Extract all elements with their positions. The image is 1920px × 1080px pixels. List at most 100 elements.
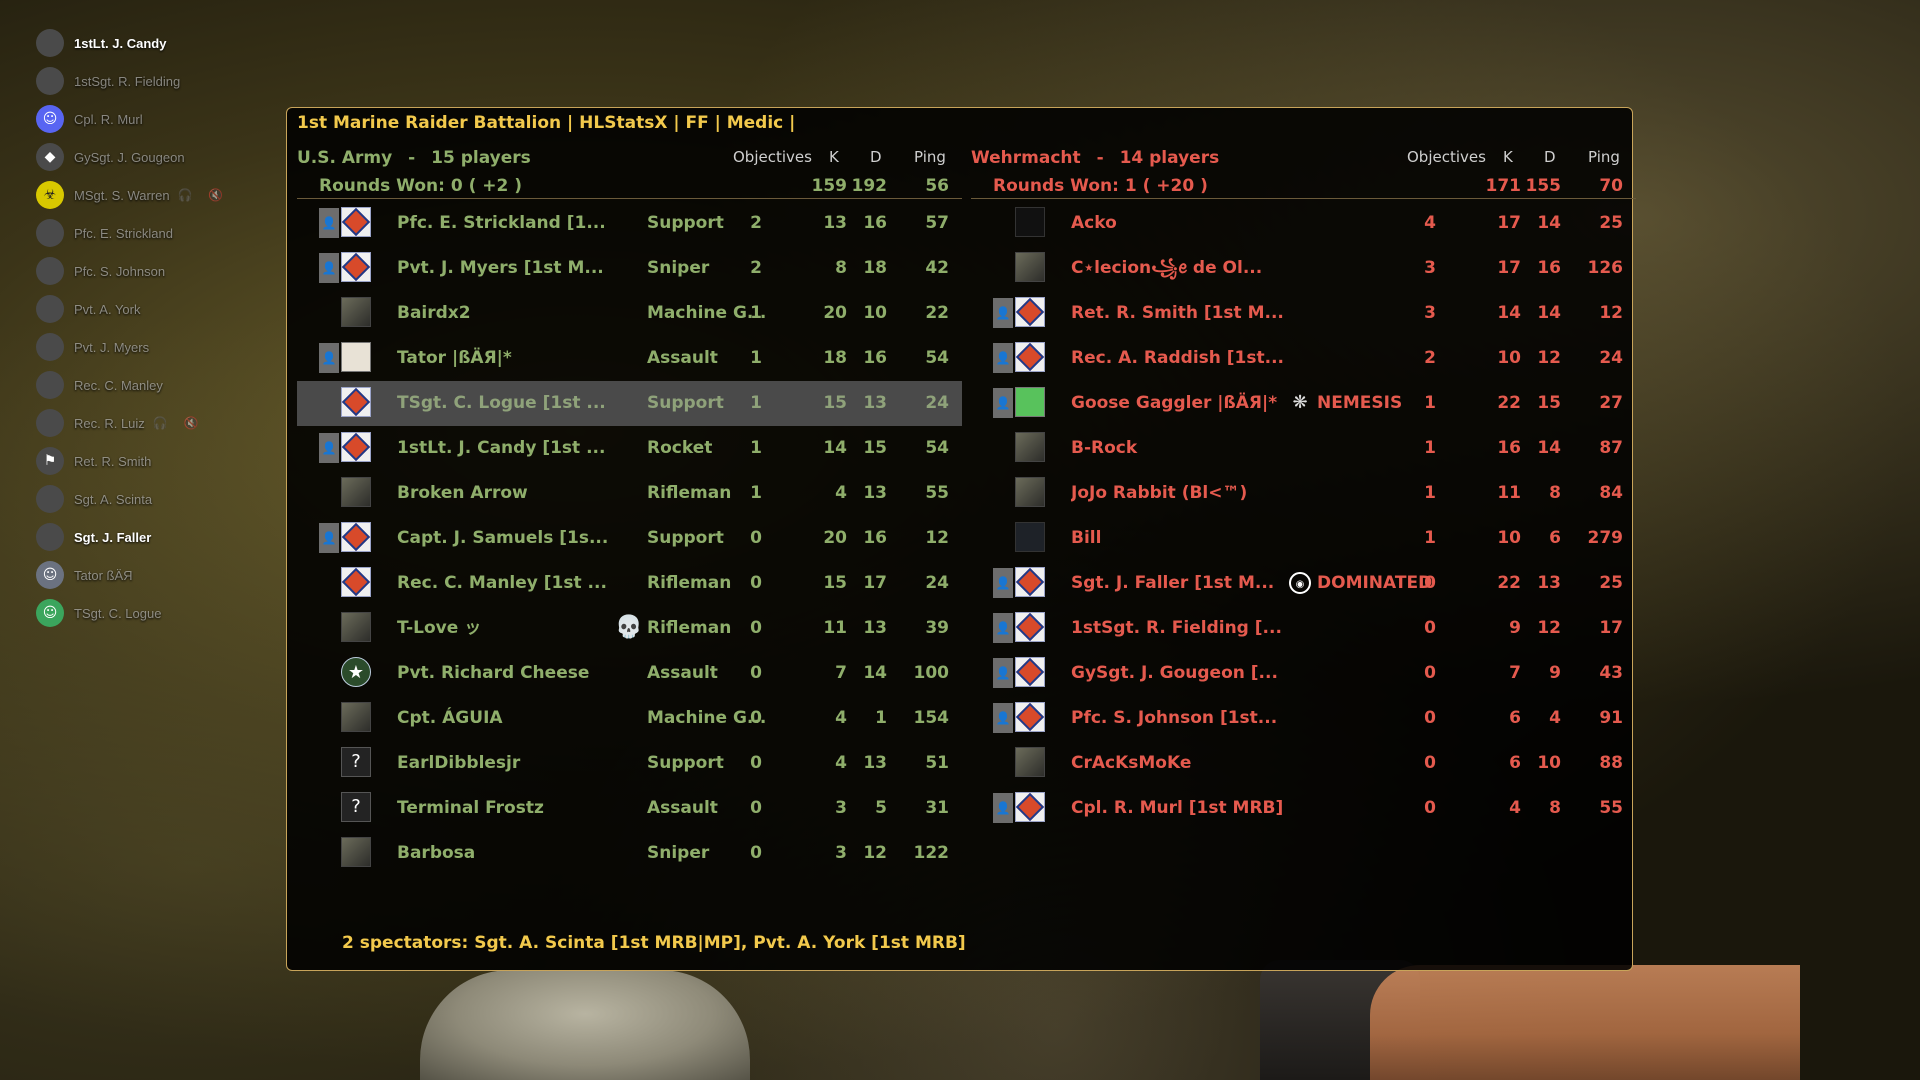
- objectives-value: 3: [1424, 258, 1436, 278]
- player-avatar-icon: [1015, 522, 1045, 552]
- ping-value: 24: [925, 393, 949, 413]
- player-row[interactable]: Bairdx2 Machine G... 1 20 10 22: [297, 291, 962, 336]
- player-row[interactable]: 👤 Pfc. E. Strickland [1... Support 2 13 16 57: [297, 201, 962, 246]
- voice-user-item[interactable]: Rec. R. Luiz 🎧 🔇: [36, 404, 266, 442]
- kills-value: 16: [1497, 438, 1521, 458]
- allies-total-kills: 159: [811, 176, 848, 196]
- axis-total-deaths: 155: [1525, 176, 1562, 196]
- player-row[interactable]: 👤 GySgt. J. Gougeon [... 0 7 9 43: [971, 651, 1636, 696]
- voice-user-item[interactable]: Pfc. S. Johnson: [36, 252, 266, 290]
- discord-avatar-icon: ☺: [36, 105, 64, 133]
- player-row[interactable]: 👤 Tator |ßÄЯ|* Assault 1 18 16 54: [297, 336, 962, 381]
- deaths-value: 10: [1537, 753, 1561, 773]
- target-icon: ◉: [1289, 572, 1311, 594]
- ping-value: 24: [925, 573, 949, 593]
- voice-user-item[interactable]: 1stSgt. R. Fielding: [36, 62, 266, 100]
- player-row[interactable]: 👤 Sgt. J. Faller [1st M... ◉ DOMINATED 0 22 13…: [971, 561, 1636, 606]
- ping-value: 25: [1599, 213, 1623, 233]
- deaths-value: 17: [863, 573, 887, 593]
- voice-user-item[interactable]: ◆ GySgt. J. Gougeon: [36, 138, 266, 176]
- player-row[interactable]: 👤 Capt. J. Samuels [1s... Support 0 20 16 12: [297, 516, 962, 561]
- scoreboard-panel: 1st Marine Raider Battalion | HLStatsX |…: [286, 107, 1636, 971]
- user-avatar: [36, 257, 64, 285]
- voice-user-name: Tator ßÄЯ: [74, 567, 133, 583]
- kills-value: 18: [823, 348, 847, 368]
- player-row[interactable]: Acko 4 17 14 25: [971, 201, 1636, 246]
- marine-raider-emblem-icon: [341, 252, 371, 282]
- ping-value: 22: [925, 303, 949, 323]
- player-row[interactable]: Rec. C. Manley [1st ... Rifleman 0 15 17 24: [297, 561, 962, 606]
- player-row[interactable]: CrAcKsMoKe 0 6 10 88: [971, 741, 1636, 786]
- voice-user-item[interactable]: ☺ Tator ßÄЯ: [36, 556, 266, 594]
- player-row[interactable]: 👤 Cpl. R. Murl [1st MRB] 0 4 8 55: [971, 786, 1636, 831]
- player-row[interactable]: Barbosa Sniper 0 3 12 122: [297, 831, 962, 876]
- voice-user-item[interactable]: ☣ MSgt. S. Warren 🎧 🔇: [36, 176, 266, 214]
- player-row[interactable]: 👤 Pfc. S. Johnson [1st... 0 6 4 91: [971, 696, 1636, 741]
- voice-user-item[interactable]: 1stLt. J. Candy: [36, 24, 266, 62]
- allies-total-ping: 56: [925, 176, 949, 196]
- ping-value: 27: [1599, 393, 1623, 413]
- voice-user-item[interactable]: Pvt. A. York: [36, 290, 266, 328]
- voice-user-item[interactable]: Pfc. E. Strickland: [36, 214, 266, 252]
- player-row[interactable]: 👤 1stSgt. R. Fielding [... 0 9 12 17: [971, 606, 1636, 651]
- ping-value: 17: [1599, 618, 1623, 638]
- objectives-value: 1: [750, 348, 762, 368]
- kills-value: 11: [823, 618, 847, 638]
- player-name: CrAcKsMoKe: [1071, 753, 1192, 773]
- kills-value: 7: [1509, 663, 1521, 683]
- player-row[interactable]: T-Love ッ Rifleman 💀 0 11 13 39: [297, 606, 962, 651]
- kills-value: 22: [1497, 573, 1521, 593]
- player-row[interactable]: ? EarlDibblesjr Support 0 4 13 51: [297, 741, 962, 786]
- player-row[interactable]: C⋆lecion꧁ꫀ de Ol... 3 17 16 126: [971, 246, 1636, 291]
- player-row[interactable]: TSgt. C. Logue [1st ... Support 1 15 13 24: [297, 381, 962, 426]
- player-row[interactable]: 👤 Pvt. J. Myers [1st M... Sniper 2 8 18 42: [297, 246, 962, 291]
- player-row[interactable]: 👤 Ret. R. Smith [1st M... 3 14 14 12: [971, 291, 1636, 336]
- ping-value: 31: [925, 798, 949, 818]
- steam-friend-icon: 👤: [319, 253, 339, 283]
- voice-user-item[interactable]: Sgt. A. Scinta: [36, 480, 266, 518]
- player-row[interactable]: 👤 Goose Gaggler |ßÄЯ|* ❋ NEMESIS 1 22 15 27: [971, 381, 1636, 426]
- nemesis-status: ❋ NEMESIS: [1289, 381, 1402, 426]
- kills-value: 4: [835, 708, 847, 728]
- player-row[interactable]: ? Terminal Frostz Assault 0 3 5 31: [297, 786, 962, 831]
- deaths-value: 16: [1537, 258, 1561, 278]
- user-avatar: [36, 485, 64, 513]
- deaths-value: 13: [863, 483, 887, 503]
- player-row[interactable]: JoJo Rabbit (Bl<™) 1 11 8 84: [971, 471, 1636, 516]
- ping-value: 88: [1599, 753, 1623, 773]
- player-name: Pfc. E. Strickland [1...: [397, 213, 606, 233]
- user-avatar: [36, 409, 64, 437]
- player-row[interactable]: 👤 1stLt. J. Candy [1st ... Rocket 1 14 15 54: [297, 426, 962, 471]
- ping-value: 54: [925, 438, 949, 458]
- marine-raider-emblem-icon: [341, 207, 371, 237]
- deaths-value: 14: [1537, 438, 1561, 458]
- player-row[interactable]: B-Rock 1 16 14 87: [971, 426, 1636, 471]
- player-row[interactable]: Bill 1 10 6 279: [971, 516, 1636, 561]
- player-row[interactable]: Cpt. ÁGUIA Machine G... 0 4 1 154: [297, 696, 962, 741]
- voice-user-item[interactable]: ⚑ Ret. R. Smith: [36, 442, 266, 480]
- voice-user-item[interactable]: Sgt. J. Faller: [36, 518, 266, 556]
- flag-avatar-icon: ⚑: [36, 447, 64, 475]
- player-row[interactable]: ★ Pvt. Richard Cheese Assault 0 7 14 100: [297, 651, 962, 696]
- player-class: Rifleman: [647, 483, 732, 503]
- deaths-value: 14: [1537, 213, 1561, 233]
- voice-user-item[interactable]: ☺ Cpl. R. Murl: [36, 100, 266, 138]
- player-row[interactable]: Broken Arrow Rifleman 1 4 13 55: [297, 471, 962, 516]
- voice-user-item[interactable]: Pvt. J. Myers: [36, 328, 266, 366]
- deaths-column-header: D: [1544, 148, 1556, 166]
- deaths-value: 13: [863, 393, 887, 413]
- player-name: Capt. J. Samuels [1s...: [397, 528, 609, 548]
- steam-friend-icon: 👤: [993, 388, 1013, 418]
- player-avatar-icon: [1015, 747, 1045, 777]
- discord-avatar-icon: ☺: [36, 599, 64, 627]
- ping-value: 25: [1599, 573, 1623, 593]
- voice-user-item[interactable]: Rec. C. Manley: [36, 366, 266, 404]
- voice-user-name: Rec. C. Manley: [74, 377, 163, 393]
- player-row[interactable]: 👤 Rec. A. Raddish [1st... 2 10 12 24: [971, 336, 1636, 381]
- server-title: 1st Marine Raider Battalion | HLStatsX |…: [297, 113, 796, 133]
- objectives-value: 0: [750, 618, 762, 638]
- emblem-diamond: [1015, 702, 1045, 732]
- ping-value: 154: [913, 708, 950, 728]
- voice-user-item[interactable]: ☺ TSgt. C. Logue: [36, 594, 266, 632]
- player-name: EarlDibblesjr: [397, 753, 521, 773]
